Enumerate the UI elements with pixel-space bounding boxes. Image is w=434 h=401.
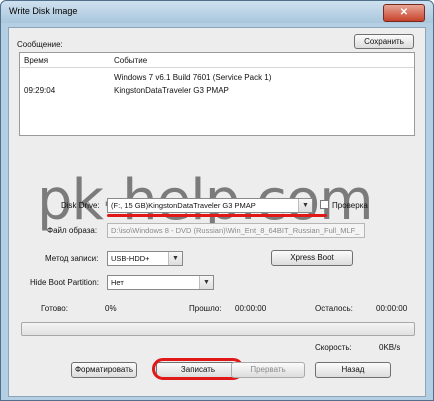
chevron-down-icon[interactable]: ▼ (298, 199, 312, 212)
speed-value: 0KB/s (379, 343, 401, 352)
speed-label: Скорость: (315, 343, 352, 352)
back-button[interactable]: Назад (315, 362, 391, 378)
title-bar: Write Disk Image ✕ (1, 1, 433, 23)
format-button[interactable]: Форматировать (71, 362, 137, 378)
hide-boot-label: Hide Boot Partition: (30, 278, 99, 287)
log-row-event: Windows 7 v6.1 Build 7601 (Service Pack … (114, 73, 272, 82)
disk-drive-select[interactable]: (F:, 15 GB)KingstonDataTraveler G3 PMAP … (107, 198, 313, 213)
window-title: Write Disk Image (9, 6, 78, 16)
xpress-boot-button[interactable]: Xpress Boot (271, 250, 353, 266)
disk-drive-value: (F:, 15 GB)KingstonDataTraveler G3 PMAP (111, 201, 256, 210)
log-list[interactable]: Время Событие Windows 7 v6.1 Build 7601 … (19, 52, 415, 136)
column-time[interactable]: Время (24, 56, 48, 65)
highlight-underline (107, 214, 327, 217)
chevron-down-icon[interactable]: ▼ (199, 276, 213, 289)
save-log-button[interactable]: Сохранить (354, 34, 414, 49)
chevron-down-icon[interactable]: ▼ (168, 252, 182, 265)
hide-boot-select[interactable]: Нет ▼ (107, 275, 214, 290)
remaining-value: 00:00:00 (376, 304, 408, 313)
disk-drive-label: Disk Drive: (61, 201, 100, 210)
done-value: 0% (105, 304, 117, 313)
write-disk-image-window: Write Disk Image ✕ Сообщение: Сохранить … (0, 0, 434, 401)
abort-button[interactable]: Прервать (231, 362, 305, 378)
hide-boot-value: Нет (111, 278, 124, 287)
log-row-event: KingstonDataTraveler G3 PMAP (114, 86, 229, 95)
remaining-label: Осталось: (315, 304, 353, 313)
verify-label: Проверка (332, 201, 368, 210)
progress-bar (21, 322, 415, 336)
log-header: Время Событие (20, 53, 414, 68)
elapsed-label: Прошло: (189, 304, 222, 313)
elapsed-value: 00:00:00 (235, 304, 267, 313)
log-section-label: Сообщение: (17, 40, 63, 49)
write-method-value: USB-HDD+ (111, 254, 150, 263)
close-button[interactable]: ✕ (383, 4, 425, 22)
log-row-time: 09:29:04 (24, 86, 56, 95)
write-method-select[interactable]: USB-HDD+ ▼ (107, 251, 183, 266)
write-method-label: Метод записи: (45, 254, 99, 263)
image-file-label: Файл образа: (47, 226, 98, 235)
verify-checkbox[interactable] (320, 200, 329, 209)
done-label: Готово: (41, 304, 68, 313)
image-file-field[interactable]: D:\iso\Windows 8 - DVD (Russian)\Win_Ent… (107, 223, 365, 238)
column-event[interactable]: Событие (114, 56, 147, 65)
dialog-body: Сообщение: Сохранить Время Событие Windo… (8, 27, 426, 397)
